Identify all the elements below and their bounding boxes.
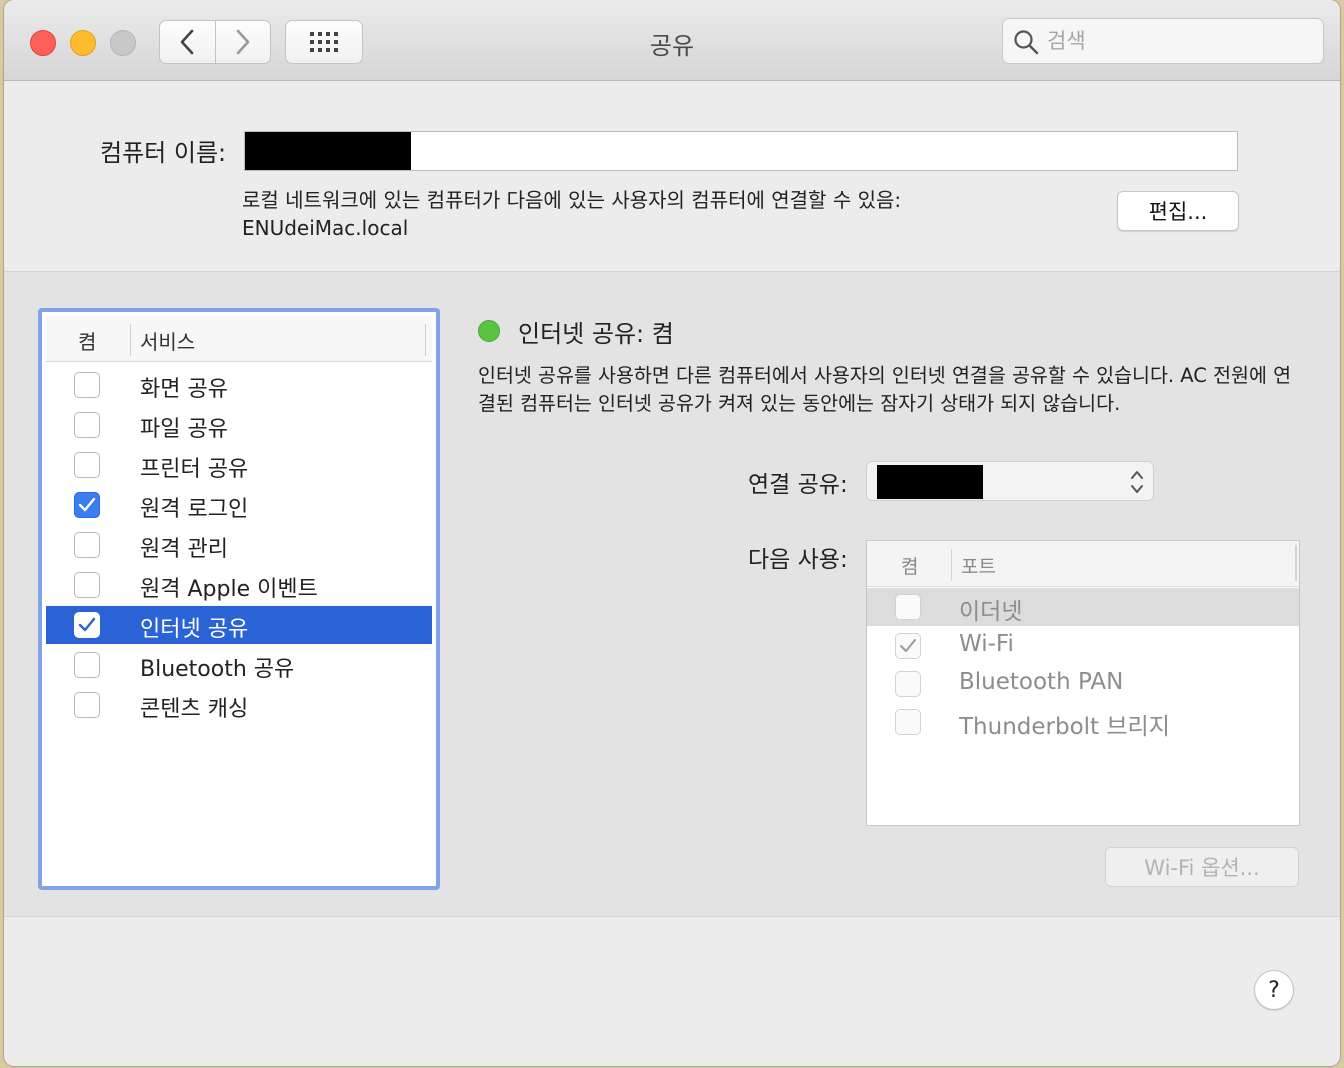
title-bar: 공유 <box>4 0 1340 81</box>
service-row-screen-sharing[interactable]: 화면 공유 <box>46 366 432 404</box>
search-field[interactable] <box>1002 18 1324 64</box>
service-checkbox[interactable] <box>74 572 100 598</box>
column-divider <box>130 324 131 356</box>
service-row-printer-sharing[interactable]: 프린터 공유 <box>46 446 432 484</box>
ports-list: 켬 포트 이더넷 Wi-Fi Bluetooth PAN Thunderbolt… <box>866 540 1300 826</box>
column-divider <box>1295 545 1297 581</box>
service-checkbox[interactable] <box>74 612 100 638</box>
port-label: 이더넷 <box>959 599 1023 625</box>
port-row-wifi[interactable]: Wi-Fi <box>867 627 1299 665</box>
service-checkbox[interactable] <box>74 652 100 678</box>
service-row-remote-apple-events[interactable]: 원격 Apple 이벤트 <box>46 566 432 604</box>
checkmark-icon <box>78 497 96 512</box>
search-input[interactable] <box>1045 25 1309 57</box>
share-from-label: 연결 공유: <box>748 472 848 498</box>
redacted-connection-name <box>877 465 983 499</box>
port-checkbox[interactable] <box>895 633 921 659</box>
computer-name-field[interactable] <box>244 131 1238 171</box>
sharing-preferences-window: 공유 컴퓨터 이름: 로컬 네트워크에 있는 컴퓨터가 다음에 있는 사용자의 … <box>4 0 1340 1066</box>
local-network-info: 로컬 네트워크에 있는 컴퓨터가 다음에 있는 사용자의 컴퓨터에 연결할 수 … <box>242 186 901 242</box>
status-title: 인터넷 공유: 켬 <box>518 320 674 348</box>
computer-name-label: 컴퓨터 이름: <box>100 139 227 167</box>
services-list: 켬 서비스 화면 공유 파일 공유 프린터 공유 원격 로그인 원격 관리 원격… <box>38 308 440 890</box>
edit-button[interactable]: 편집... <box>1117 191 1239 231</box>
search-icon <box>1014 30 1039 55</box>
checkmark-icon <box>900 639 916 652</box>
service-description: 인터넷 공유를 사용하면 다른 컴퓨터에서 사용자의 인터넷 연결을 공유할 수… <box>478 364 1292 415</box>
service-row-content-caching[interactable]: 콘텐츠 캐싱 <box>46 686 432 724</box>
service-row-file-sharing[interactable]: 파일 공유 <box>46 406 432 444</box>
wifi-options-button[interactable]: Wi-Fi 옵션... <box>1105 847 1299 887</box>
service-checkbox[interactable] <box>74 492 100 518</box>
ports-list-header: 켬 포트 <box>867 541 1299 587</box>
service-checkbox[interactable] <box>74 452 100 478</box>
to-computers-label: 다음 사용: <box>748 547 848 573</box>
port-checkbox[interactable] <box>895 671 921 697</box>
local-network-description: 로컬 네트워크에 있는 컴퓨터가 다음에 있는 사용자의 컴퓨터에 연결할 수 … <box>242 188 902 212</box>
column-header-on[interactable]: 켬 <box>78 326 96 355</box>
column-header-on[interactable]: 켬 <box>901 552 918 579</box>
computer-name-section: 컴퓨터 이름: 로컬 네트워크에 있는 컴퓨터가 다음에 있는 사용자의 컴퓨터… <box>4 81 1340 272</box>
port-row-ethernet[interactable]: 이더넷 <box>867 588 1299 626</box>
column-divider <box>951 549 952 581</box>
redacted-computer-name <box>245 132 411 170</box>
service-row-remote-management[interactable]: 원격 관리 <box>46 526 432 564</box>
help-button[interactable]: ? <box>1254 970 1294 1010</box>
service-checkbox[interactable] <box>74 372 100 398</box>
service-label: 인터넷 공유 <box>140 617 249 642</box>
service-checkbox[interactable] <box>74 692 100 718</box>
column-divider <box>425 324 426 356</box>
service-row-remote-login[interactable]: 원격 로그인 <box>46 486 432 524</box>
port-label: Bluetooth PAN <box>959 669 1124 695</box>
service-label: 화면 공유 <box>140 377 228 402</box>
share-from-popup[interactable] <box>866 461 1154 501</box>
port-checkbox[interactable] <box>895 594 921 620</box>
service-label: 콘텐츠 캐싱 <box>140 697 249 722</box>
port-row-bluetooth-pan[interactable]: Bluetooth PAN <box>867 665 1299 703</box>
port-label: Thunderbolt 브리지 <box>959 714 1170 740</box>
port-row-thunderbolt-bridge[interactable]: Thunderbolt 브리지 <box>867 703 1299 741</box>
port-checkbox[interactable] <box>895 709 921 735</box>
service-checkbox[interactable] <box>74 532 100 558</box>
checkmark-icon <box>78 617 96 632</box>
service-label: 파일 공유 <box>140 417 228 442</box>
service-label: 프린터 공유 <box>140 457 249 482</box>
service-label: 원격 관리 <box>140 537 228 562</box>
services-list-header: 켬 서비스 <box>46 316 432 362</box>
local-hostname: ENUdeiMac.local <box>242 216 409 240</box>
service-row-internet-sharing[interactable]: 인터넷 공유 <box>46 606 432 644</box>
service-label: 원격 로그인 <box>140 497 249 522</box>
updown-arrows-icon <box>1131 471 1143 493</box>
status-indicator <box>478 320 500 342</box>
service-row-bluetooth-sharing[interactable]: Bluetooth 공유 <box>46 646 432 684</box>
service-checkbox[interactable] <box>74 412 100 438</box>
column-header-port[interactable]: 포트 <box>961 552 996 579</box>
column-header-service[interactable]: 서비스 <box>140 326 195 355</box>
service-label: Bluetooth 공유 <box>140 657 295 682</box>
service-label: 원격 Apple 이벤트 <box>140 577 318 602</box>
sharing-panel: 켬 서비스 화면 공유 파일 공유 프린터 공유 원격 로그인 원격 관리 원격… <box>4 272 1340 917</box>
port-label: Wi-Fi <box>959 631 1014 657</box>
